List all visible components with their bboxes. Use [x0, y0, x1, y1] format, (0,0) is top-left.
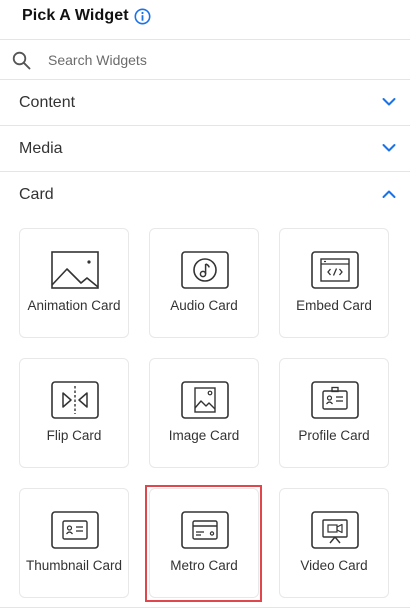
landscape-image-icon: [51, 251, 99, 289]
widget-card-audio[interactable]: Audio Card: [149, 228, 259, 338]
widget-card-label: Embed Card: [296, 298, 372, 313]
widget-card-image[interactable]: Image Card: [149, 358, 259, 468]
widget-card-label: Audio Card: [170, 298, 238, 313]
search-bar: [0, 39, 410, 80]
widget-card-animation[interactable]: Animation Card: [19, 228, 129, 338]
video-presentation-icon: [311, 511, 359, 549]
image-icon: [181, 381, 229, 419]
widget-card-flip[interactable]: Flip Card: [19, 358, 129, 468]
widget-card-embed[interactable]: Embed Card: [279, 228, 389, 338]
section-card[interactable]: Card: [0, 172, 410, 218]
contact-card-icon: [51, 511, 99, 549]
widget-card-thumbnail[interactable]: Thumbnail Card: [19, 488, 129, 598]
section-label: Content: [19, 94, 76, 111]
widget-card-video[interactable]: Video Card: [279, 488, 389, 598]
widget-card-label: Image Card: [168, 428, 240, 443]
section-media[interactable]: Media: [0, 126, 410, 172]
section-label: Card: [19, 186, 54, 203]
search-input[interactable]: [48, 49, 388, 71]
chevron-down-icon: [382, 144, 396, 152]
widget-card-label: Thumbnail Card: [25, 558, 123, 573]
widget-card-profile[interactable]: Profile Card: [279, 358, 389, 468]
info-circle-icon[interactable]: [134, 8, 151, 25]
chevron-up-icon: [382, 190, 396, 198]
header: Pick A Widget: [0, 0, 410, 38]
widget-card-label: Profile Card: [298, 428, 370, 443]
music-note-icon: [181, 251, 229, 289]
widget-card-label: Animation Card: [27, 298, 121, 313]
widget-card-label: Video Card: [300, 558, 368, 573]
id-badge-icon: [311, 381, 359, 419]
code-window-icon: [311, 251, 359, 289]
divider: [0, 607, 410, 608]
section-label: Media: [19, 140, 63, 157]
widget-card-label: Flip Card: [46, 428, 102, 443]
selection-highlight: [145, 485, 262, 602]
section-content[interactable]: Content: [0, 80, 410, 126]
panel-title: Pick A Widget: [22, 7, 129, 24]
chevron-down-icon: [382, 98, 396, 106]
flip-icon: [51, 381, 99, 419]
search-icon: [12, 51, 31, 70]
